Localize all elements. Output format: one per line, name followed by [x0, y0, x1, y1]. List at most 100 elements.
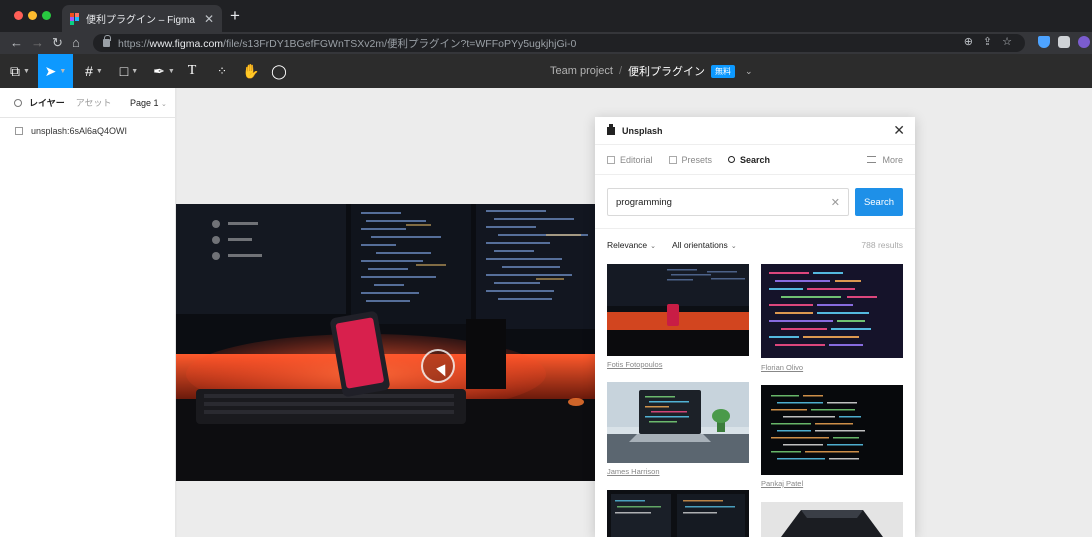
share-icon[interactable]: ⇪	[983, 35, 992, 48]
file-breadcrumb: Team project / 便利プラグイン 無料 ⌄	[550, 54, 753, 88]
result-image[interactable]	[761, 502, 903, 537]
close-window-button[interactable]	[14, 11, 23, 20]
file-name[interactable]: 便利プラグイン	[628, 63, 705, 79]
editorial-icon	[607, 155, 615, 164]
shape-tool-button[interactable]: □ ▼	[113, 54, 145, 88]
result-thumbnail	[607, 264, 749, 356]
results-filter-bar: Relevance ⌄ All orientations ⌄ 788 results	[607, 240, 903, 250]
extension-gem-icon[interactable]	[1038, 36, 1050, 48]
move-tool-button[interactable]: ➤ ▼	[38, 54, 73, 88]
extensions-puzzle-icon[interactable]	[1058, 36, 1070, 48]
pen-tool-button[interactable]: ✒ ▼	[148, 54, 180, 88]
resources-tool-button[interactable]: ⁘	[211, 54, 233, 88]
hand-tool-button[interactable]: ✋	[240, 54, 262, 88]
figma-toolbar: ⧉ ▼ ➤ ▼ # ▼ □ ▼ ✒ ▼ T ⁘ ✋ ◯ Team project / 便利…	[0, 54, 1092, 88]
plugin-header: Unsplash ✕	[595, 117, 915, 145]
team-project-link[interactable]: Team project	[550, 65, 613, 77]
reload-icon[interactable]: ↻	[52, 35, 63, 51]
text-tool-button[interactable]: T	[181, 54, 203, 88]
chevron-down-icon: ▼	[59, 67, 67, 75]
cursor-arrow-icon: ➤	[44, 62, 57, 79]
browser-tab[interactable]: 便利プラグイン – Figma ✕	[62, 5, 222, 32]
lock-icon	[103, 35, 111, 47]
layers-panel: レイヤー アセット Page 1 ⌄ unsplash:6sAl6aQ4OWI	[0, 88, 176, 537]
canvas-image[interactable]	[176, 204, 606, 481]
menu-lines-icon	[867, 156, 877, 163]
new-tab-button[interactable]: +	[230, 7, 240, 25]
search-input[interactable]	[616, 196, 831, 208]
omnibox-icons: ⊕ ⇪ ☆	[964, 35, 1012, 48]
photo-credit-link[interactable]: Pankaj Patel	[761, 479, 803, 488]
photo-credit-link[interactable]: James Harrison	[607, 467, 660, 476]
chevron-down-icon: ▼	[23, 67, 30, 75]
tab-layers[interactable]: レイヤー	[29, 96, 65, 109]
search-button[interactable]: Search	[855, 188, 903, 216]
chevron-down-icon[interactable]: ⌄	[745, 66, 753, 77]
text-t-icon: T	[187, 63, 197, 78]
sort-dropdown[interactable]: Relevance ⌄	[607, 240, 656, 250]
hand-icon: ✋	[242, 62, 260, 79]
comment-tool-button[interactable]: ◯	[268, 54, 290, 88]
tab-search[interactable]: Search	[728, 155, 770, 165]
page-selector[interactable]: Page 1 ⌄	[130, 98, 167, 108]
divider	[595, 228, 915, 229]
result-thumbnail	[761, 502, 903, 537]
main-menu-button[interactable]: ⧉ ▼	[4, 54, 36, 88]
desk-setup-photo	[176, 204, 606, 481]
chevron-down-icon: ⌄	[650, 243, 657, 250]
unsplash-logo-icon	[607, 123, 615, 135]
chevron-down-icon: ⌄	[730, 243, 737, 250]
close-icon[interactable]: ✕	[893, 122, 905, 139]
rectangle-icon: □	[119, 63, 129, 79]
profile-avatar[interactable]	[1078, 36, 1090, 48]
orientation-dropdown[interactable]: All orientations ⌄	[672, 240, 737, 250]
tab-close-icon[interactable]: ✕	[204, 12, 214, 26]
results-count: 788 results	[861, 240, 903, 250]
search-icon[interactable]	[14, 98, 22, 107]
layer-row[interactable]: unsplash:6sAl6aQ4OWI	[0, 120, 175, 142]
photo-credit-link[interactable]: Florian Olivo	[761, 363, 803, 372]
result-image[interactable]	[761, 264, 903, 358]
image-layer-icon	[15, 127, 23, 135]
url-field[interactable]: https://www.figma.com/file/s13FrDY1BGefF…	[93, 34, 1025, 52]
back-arrow-icon[interactable]: ←	[10, 35, 23, 51]
pen-icon: ✒	[153, 62, 165, 79]
unsplash-plugin-window: Unsplash ✕ Editorial Presets Search More…	[595, 117, 915, 537]
figma-logo-icon: ⧉	[10, 62, 21, 79]
more-menu-button[interactable]: More	[867, 155, 903, 165]
result-image[interactable]	[607, 264, 749, 356]
layer-name: unsplash:6sAl6aQ4OWI	[31, 126, 128, 136]
plugin-nav: Editorial Presets Search More	[595, 145, 915, 175]
frame-hash-icon: #	[85, 63, 93, 79]
tab-assets[interactable]: アセット	[76, 96, 112, 109]
cursor-highlight-ring	[421, 349, 455, 383]
clear-icon[interactable]: ✕	[831, 196, 840, 209]
tab-title: 便利プラグイン – Figma	[86, 15, 195, 26]
minimize-window-button[interactable]	[28, 11, 37, 20]
zoom-icon[interactable]: ⊕	[964, 35, 973, 48]
home-icon[interactable]: ⌂	[72, 35, 80, 51]
result-image[interactable]	[607, 490, 749, 537]
forward-arrow-icon[interactable]: →	[31, 35, 44, 51]
layers-panel-tabs: レイヤー アセット Page 1 ⌄	[0, 88, 175, 118]
frame-tool-button[interactable]: # ▼	[78, 54, 110, 88]
bookmark-icon	[668, 155, 677, 164]
comment-bubble-icon: ◯	[271, 62, 287, 79]
bookmark-star-icon[interactable]: ☆	[1002, 35, 1012, 48]
chevron-down-icon: ▼	[95, 67, 103, 75]
components-grid-icon: ⁘	[216, 64, 228, 78]
photo-credit-link[interactable]: Fotis Fotopoulos	[607, 360, 662, 369]
breadcrumb-separator: /	[618, 65, 623, 77]
chevron-down-icon: ▼	[167, 67, 175, 75]
tab-presets[interactable]: Presets	[668, 155, 712, 165]
result-thumbnail	[761, 264, 903, 358]
url-text: https://www.figma.com/file/s13FrDY1BGefF…	[118, 37, 577, 50]
maximize-window-button[interactable]	[42, 11, 51, 20]
result-image[interactable]	[607, 382, 749, 463]
tab-editorial[interactable]: Editorial	[607, 155, 653, 165]
plugin-title: Unsplash	[622, 125, 663, 136]
chevron-down-icon: ▼	[131, 67, 139, 75]
chevron-down-icon: ⌄	[161, 100, 167, 108]
browser-address-bar: ← → ↻ ⌂ https://www.figma.com/file/s13Fr…	[0, 32, 1092, 54]
result-image[interactable]	[761, 385, 903, 475]
